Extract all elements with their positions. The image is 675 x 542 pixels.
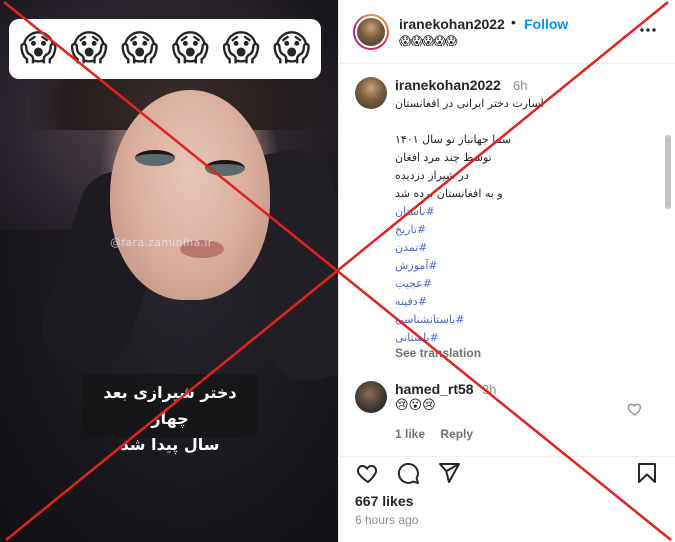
scream-emoji: 😱 — [120, 28, 159, 69]
comment-like-heart-icon[interactable] — [627, 401, 643, 417]
avatar-image — [355, 16, 387, 48]
profile-avatar[interactable] — [353, 14, 389, 50]
caption-line: و به افغانستان برده شد — [395, 187, 503, 200]
caption-avatar[interactable] — [355, 77, 387, 109]
hashtag-link[interactable]: #باستانشناسی — [395, 311, 655, 329]
media-caption-line-1: دختر شیرازی بعد چهار — [103, 383, 237, 428]
media-face — [110, 90, 270, 300]
hashtag-link[interactable]: #تاریخ — [395, 221, 655, 239]
post-media[interactable]: 😱 😱 😱 😱 😱 😱 @fara.zaminiha.ir دختر شیراز… — [0, 0, 338, 542]
post-header: iranekohan2022 • Follow 😱😱😱😱😱 — [339, 0, 675, 64]
follow-button[interactable]: Follow — [524, 16, 568, 32]
media-watermark: @fara.zaminiha.ir — [110, 236, 213, 249]
hashtag-link[interactable]: #باستانی — [395, 329, 655, 347]
hashtag-link[interactable]: #دفینه — [395, 293, 655, 311]
caption-text: اسارت دختر ایرانی در افغانستان سما جهانب… — [395, 95, 655, 347]
post-timestamp: 6 hours ago — [355, 513, 419, 527]
media-caption-line-2: سال پیدا شد — [120, 435, 220, 454]
more-horizontal-icon — [640, 28, 656, 32]
media-eye-right — [205, 160, 245, 176]
comment-icon[interactable] — [396, 461, 420, 485]
heart-icon[interactable] — [356, 461, 380, 485]
caption-time: 6h — [513, 78, 528, 93]
media-caption-box: دختر شیرازی بعد چهار سال پیدا شد — [82, 374, 258, 454]
comment-text: 😢😮😢 — [395, 398, 436, 413]
hashtag-link[interactable]: #آموزش — [395, 257, 655, 275]
scream-emoji: 😱 — [70, 28, 108, 69]
scream-emoji: 😱 — [222, 28, 260, 69]
caption-line: سما جهانباز تو سال ۱۴۰۱ — [395, 133, 512, 146]
post-action-bar: 667 likes 6 hours ago — [339, 456, 675, 542]
post-panel: iranekohan2022 • Follow 😱😱😱😱😱 iranekohan… — [338, 0, 675, 542]
header-username[interactable]: iranekohan2022 — [399, 16, 505, 32]
caption-line — [395, 113, 655, 131]
comments-section[interactable]: iranekohan2022 6h اسارت دختر ایرانی در ا… — [339, 65, 675, 455]
caption-line: توسط چند مرد افغان — [395, 151, 492, 164]
hashtag-link[interactable]: #باستان — [395, 203, 655, 221]
hashtag-link[interactable]: #عجیب — [395, 275, 655, 293]
share-icon[interactable] — [437, 461, 461, 485]
comment-reply-button[interactable]: Reply — [440, 427, 473, 441]
header-subtitle: 😱😱😱😱😱 — [399, 34, 458, 48]
emoji-overlay-strip: 😱 😱 😱 😱 😱 😱 — [9, 19, 321, 79]
caption-username[interactable]: iranekohan2022 — [395, 77, 501, 93]
scream-emoji: 😱 — [171, 28, 210, 69]
caption-line: در شیراز دزدیده — [395, 169, 469, 182]
comment-actions: 1 like Reply — [395, 427, 485, 441]
hashtag-link[interactable]: #تمدن — [395, 239, 655, 257]
scream-emoji: 😱 — [272, 28, 311, 69]
header-separator: • — [511, 14, 516, 30]
comments-scrollbar[interactable] — [665, 135, 671, 209]
comment-time: 3h — [482, 382, 497, 397]
commenter-avatar[interactable] — [355, 381, 387, 413]
see-translation-link[interactable]: See translation — [395, 346, 481, 360]
comment-like-count[interactable]: 1 like — [395, 427, 425, 441]
bookmark-icon[interactable] — [635, 461, 659, 485]
more-options-icon[interactable] — [639, 20, 657, 38]
caption-line: اسارت دختر ایرانی در افغانستان — [395, 97, 544, 110]
comment-username[interactable]: hamed_rt58 — [395, 381, 474, 397]
scream-emoji: 😱 — [19, 28, 58, 69]
like-count[interactable]: 667 likes — [355, 493, 413, 509]
media-eye-left — [135, 150, 175, 166]
